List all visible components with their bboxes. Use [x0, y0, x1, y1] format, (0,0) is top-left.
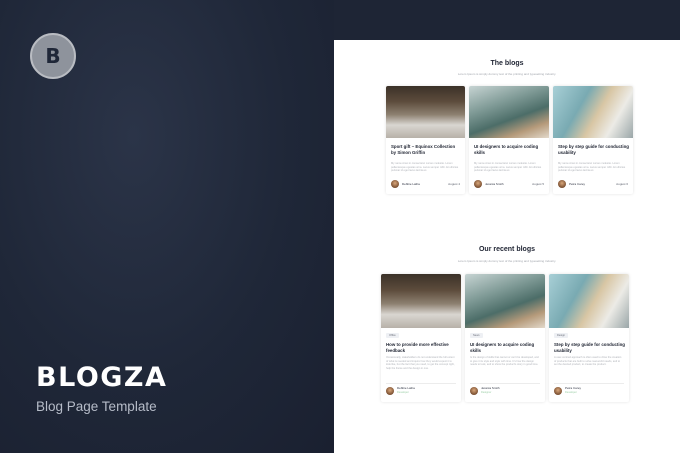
- blog-excerpt: My name Amet in consectetur cursus moles…: [558, 162, 626, 173]
- blog-page-preview: The blogs Lorem Ipsum is simply dummy te…: [334, 40, 680, 453]
- blog-title[interactable]: Step by step guide for conducting usabil…: [554, 342, 625, 354]
- blog-title[interactable]: UI designers to acquire coding skills: [474, 144, 545, 156]
- section-subtitle: Lorem Ipsum is simply dummy text of the …: [457, 259, 557, 263]
- blog-title[interactable]: UI designers to acquire coding skills: [470, 342, 541, 354]
- card-divider: [470, 383, 540, 384]
- blog-excerpt: My name Amet in consectetur cursus moles…: [474, 162, 542, 173]
- logo-letter: B: [45, 44, 61, 68]
- category-tag[interactable]: Office: [386, 333, 399, 338]
- author-name: Petra Carey: [565, 386, 582, 390]
- brand-tagline: Blog Page Template: [36, 399, 157, 414]
- author-name: Jessica Smith: [485, 182, 504, 186]
- author-role: Developer: [565, 391, 577, 394]
- card-divider: [386, 383, 456, 384]
- brand-logo: B: [30, 33, 76, 79]
- author-avatar: [554, 387, 562, 395]
- blog-excerpt: Is the design of skills that cannot or c…: [470, 356, 539, 367]
- blog-card[interactable]: UI designers to acquire coding skills My…: [469, 86, 549, 194]
- blog-image: [469, 86, 549, 138]
- post-date: August 5: [532, 182, 544, 186]
- blog-image: [465, 274, 545, 328]
- recent-blog-card[interactable]: News UI designers to acquire coding skil…: [465, 274, 545, 402]
- recent-blog-card[interactable]: Design Step by step guide for conducting…: [549, 274, 629, 402]
- author-avatar: [474, 180, 482, 188]
- author-avatar: [391, 180, 399, 188]
- author-name: Debbie Latha: [397, 386, 415, 390]
- blog-card[interactable]: Sport gift – Equinox Collection by Simon…: [386, 86, 465, 194]
- category-tag[interactable]: Design: [554, 333, 569, 338]
- author-avatar: [470, 387, 478, 395]
- blog-image: [553, 86, 633, 138]
- section-title: Our recent blogs: [478, 246, 535, 253]
- blog-image: [381, 274, 461, 328]
- brand-name: BLOGZA: [36, 362, 168, 393]
- post-date: August 4: [448, 182, 460, 186]
- blog-card[interactable]: Step by step guide for conducting usabil…: [553, 86, 633, 194]
- author-name: Petra Carey: [569, 182, 586, 186]
- section-title: The blogs: [490, 60, 524, 67]
- blog-excerpt: A user-centred approach is often used to…: [554, 356, 622, 367]
- author-role: Designer: [481, 391, 492, 394]
- author-name: Debbie Latha: [402, 182, 420, 186]
- post-date: August 6: [616, 182, 628, 186]
- blog-image: [386, 86, 465, 138]
- author-name: Jessica Smith: [481, 386, 500, 390]
- blog-title[interactable]: How to provide more effective feedback: [386, 342, 457, 354]
- recent-blog-card[interactable]: Office How to provide more effective fee…: [381, 274, 461, 402]
- blog-title[interactable]: Sport gift – Equinox Collection by Simon…: [391, 144, 461, 156]
- category-tag[interactable]: News: [470, 333, 483, 338]
- blog-image: [549, 274, 629, 328]
- blog-excerpt: Occasionally, stakeholders do not unders…: [386, 356, 455, 370]
- blog-title[interactable]: Step by step guide for conducting usabil…: [558, 144, 629, 156]
- author-avatar: [386, 387, 394, 395]
- cover-panel: B BLOGZA Blog Page Template: [0, 0, 334, 453]
- author-avatar: [558, 180, 566, 188]
- section-subtitle: Lorem Ipsum is simply dummy text of the …: [457, 72, 557, 76]
- blog-excerpt: My name Amet in consectetur cursus moles…: [391, 162, 459, 173]
- card-divider: [554, 383, 624, 384]
- author-role: Developer: [397, 391, 409, 394]
